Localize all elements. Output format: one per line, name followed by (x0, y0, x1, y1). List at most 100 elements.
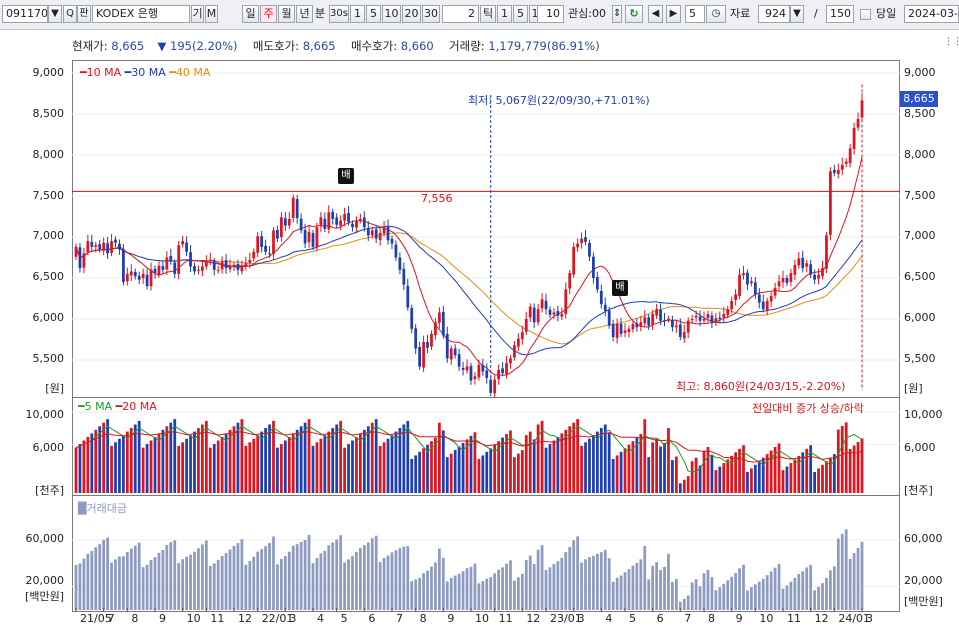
x-tick-label: 3 (577, 612, 585, 625)
today-checkbox[interactable] (860, 9, 871, 20)
period-year-button[interactable]: 년 (296, 5, 313, 23)
candle-body (536, 309, 540, 323)
period-10-button[interactable]: 10 (382, 5, 401, 23)
candle-body (544, 300, 548, 310)
data-label: 자료 (730, 7, 751, 20)
amt-tick-60000-right: 60,000 (904, 532, 943, 545)
stock-code-field[interactable]: 091170 (2, 5, 48, 23)
ma40-line (75, 232, 863, 345)
amount-bar (694, 579, 698, 610)
candle-body (378, 232, 382, 241)
period-5-button[interactable]: 5 (366, 5, 381, 23)
data-count-field[interactable]: 924 (758, 5, 790, 23)
tick-5-button[interactable]: 5 (513, 5, 528, 23)
volume-bar (378, 445, 382, 493)
amount-bar (821, 583, 824, 610)
volume-bar (287, 436, 291, 493)
x-tick-label: 8 (419, 612, 427, 625)
period-20-button[interactable]: 20 (402, 5, 421, 23)
candle-body (398, 257, 402, 270)
volume-bar (232, 426, 236, 493)
candle-body (129, 271, 133, 276)
period-day-button[interactable]: 일 (242, 5, 259, 23)
clock-icon[interactable]: ◷ (706, 5, 726, 23)
vol-ma5-legend: ━5 MA (78, 400, 113, 413)
volume-bar (524, 435, 528, 493)
candle-body (730, 300, 734, 310)
volume-bar (726, 459, 730, 493)
amount-bar (765, 575, 769, 610)
y-tick-8000-right: 8,000 (904, 148, 936, 161)
x-tick-label: 8 (131, 612, 139, 625)
dividend-marker[interactable]: 배 (338, 168, 354, 184)
candle-body (564, 289, 568, 315)
volume-bar (710, 454, 714, 493)
amount-bar (603, 549, 607, 610)
tick-1-button[interactable]: 1 (497, 5, 512, 23)
volume-bar (244, 445, 248, 493)
candle-body (682, 332, 686, 339)
next-icon[interactable]: ▶ (666, 5, 681, 23)
volume-bar (410, 458, 414, 493)
amount-bar (137, 542, 141, 610)
volume-bar (761, 457, 765, 493)
amount-bar (481, 580, 485, 610)
amount-bar (671, 582, 674, 610)
candle-body (595, 277, 599, 290)
period-month-button[interactable]: 월 (278, 5, 295, 23)
data-count-dropdown-icon[interactable]: ▼ (790, 5, 804, 23)
amount-bar (682, 598, 686, 610)
search-kanji-button[interactable]: 판 (77, 5, 91, 23)
candle-body (228, 266, 232, 270)
candle-body (78, 247, 82, 269)
tick-value-field[interactable]: 2 (442, 5, 479, 23)
amount-bar (753, 584, 757, 610)
prev-icon[interactable]: ◀ (648, 5, 663, 23)
amount-bar (473, 563, 477, 610)
candle-body (840, 164, 844, 170)
candle-body (659, 309, 662, 321)
stock-search-button[interactable]: Q (63, 5, 77, 23)
stock-name-field[interactable]: KODEX 은행 (92, 5, 190, 23)
chevron-down-icon[interactable]: ▼ (48, 5, 62, 23)
volume-bar (355, 436, 358, 493)
volume-bar (793, 459, 797, 493)
amount-bar (252, 556, 256, 610)
volume-bar (647, 457, 651, 493)
period-1-button[interactable]: 1 (350, 5, 365, 23)
amount-bar (714, 590, 718, 610)
indicator-m-button[interactable]: M (205, 5, 218, 23)
date-field[interactable]: 2024-03- (904, 5, 959, 23)
candle-body (742, 273, 745, 276)
amount-bar (216, 560, 220, 610)
candle-body (698, 316, 702, 321)
step-field[interactable]: 5 (685, 5, 705, 23)
volume-bar (445, 457, 449, 493)
interest-stepper[interactable]: ⇕ (612, 5, 622, 23)
amount-bar (201, 544, 204, 610)
volume-bar (327, 431, 331, 493)
candle-body (714, 318, 718, 323)
period-30s-button[interactable]: 30s (329, 5, 349, 23)
amount-bar (501, 567, 504, 610)
volume-bar (86, 436, 90, 493)
chart-settings-icon[interactable]: ⋮⋮ (944, 37, 959, 47)
candle-body (366, 228, 370, 236)
amount-bar (710, 577, 714, 610)
period-week-button[interactable]: 주 (260, 5, 277, 23)
volume-bar (189, 435, 192, 493)
tick-button[interactable]: 틱 (480, 5, 496, 23)
indicator-gi-button[interactable]: 기 (191, 5, 204, 23)
view-count-field[interactable]: 150 (826, 5, 854, 23)
candle-body (208, 259, 212, 261)
volume-bar (216, 440, 220, 493)
x-tick-label: 9 (735, 612, 743, 625)
tick-field[interactable]: 10 (537, 5, 564, 23)
candle-body (580, 238, 583, 244)
period-30-button[interactable]: 30 (422, 5, 440, 23)
x-tick-label: 12 (814, 612, 829, 625)
refresh-icon[interactable]: ↻ (625, 5, 643, 23)
candle-body (532, 307, 536, 323)
amount-bar (430, 566, 433, 610)
dividend-marker-2[interactable]: 배 (612, 280, 628, 296)
